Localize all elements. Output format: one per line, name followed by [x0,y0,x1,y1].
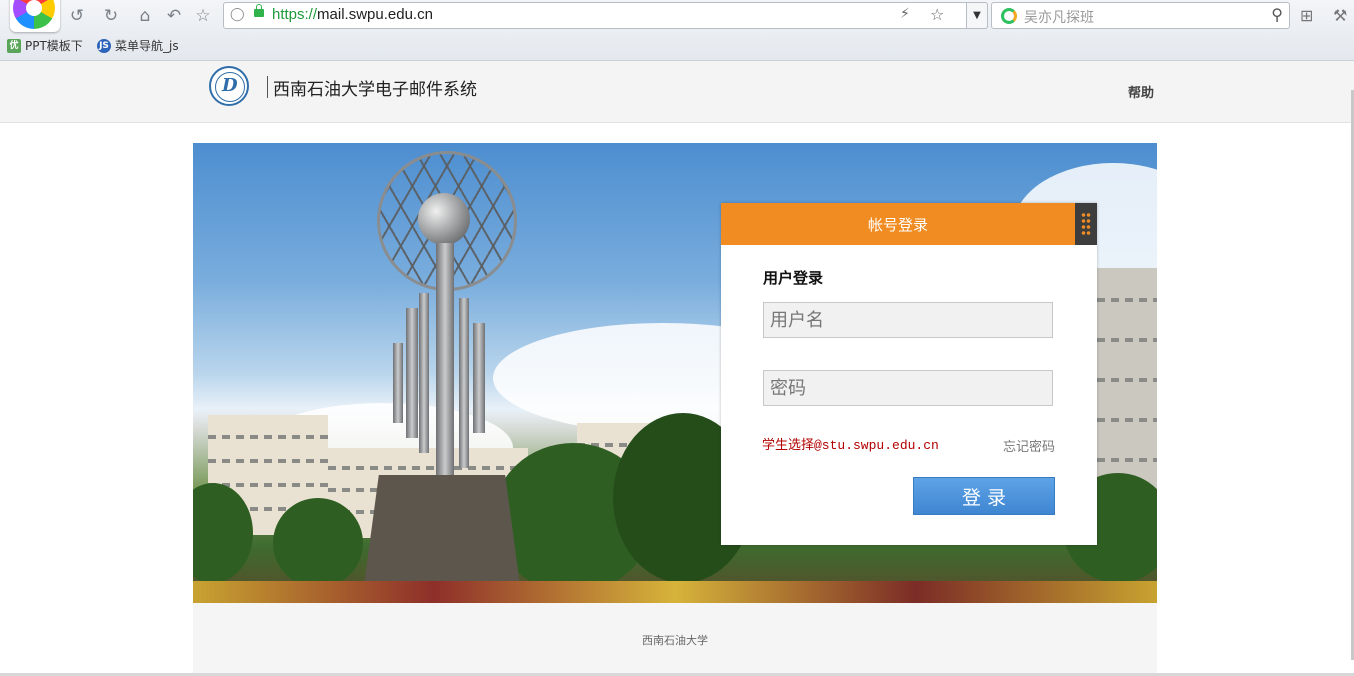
login-heading: 用户登录 [763,269,824,287]
lightning-icon[interactable]: ⚡ [900,6,910,22]
favorite-star-icon[interactable]: ☆ [192,5,214,27]
undo-icon[interactable]: ↶ [163,5,185,27]
login-panel-title: 帐号登录 [867,216,928,234]
lock-icon [254,4,264,17]
help-link[interactable]: 帮助 [1128,82,1154,101]
logo-divider [267,76,268,98]
bookmark-item[interactable]: JS 菜单导航_js [97,37,179,54]
address-bar[interactable]: ◯ https://mail.swpu.edu.cn ⚡ ☆ ▼ [223,2,988,29]
flower-bed [193,581,1157,603]
search-input[interactable]: 吴亦凡探班 [1024,7,1094,27]
page-footer: 西南石油大学 [193,603,1157,673]
footer-text: 西南石油大学 [642,634,708,647]
refresh-icon[interactable]: ↻ [100,5,122,27]
browser-logo-icon[interactable] [10,0,60,32]
search-engine-icon[interactable] [1001,8,1017,24]
grip-dots-icon [1081,212,1091,236]
shield-icon: ◯ [230,7,245,22]
bookmark-label: PPT模板下 [25,39,83,53]
back-arrow-icon[interactable]: ↺ [66,5,88,27]
login-panel-header: 帐号登录 [721,203,1097,245]
browser-toolbar: ↺ ↻ ⌂ ↶ ☆ ◯ https://mail.swpu.edu.cn ⚡ ☆… [0,0,1354,61]
site-title: 西南石油大学电子邮件系统 [273,80,477,100]
bookmark-item[interactable]: 优 PPT模板下 [7,37,83,54]
login-panel: 帐号登录 用户登录 学生选择@stu.swpu.edu.cn 忘记密码 登录 [721,203,1097,545]
search-icon[interactable]: ⚲ [1271,5,1283,24]
bookmark-favicon-icon: JS [97,38,111,53]
wrench-icon[interactable]: ⚒ [1333,6,1347,25]
bookmark-favicon-icon: 优 [7,38,21,53]
login-button[interactable]: 登录 [913,477,1055,515]
chevron-down-icon[interactable]: ▼ [966,2,988,29]
sculpture-base [363,475,521,593]
bookmark-star-icon[interactable]: ☆ [930,5,944,24]
username-input[interactable] [763,302,1053,338]
password-input[interactable] [763,370,1053,406]
home-icon[interactable]: ⌂ [134,5,156,27]
bookmarks-bar: 优 PPT模板下 JS 菜单导航_js [0,34,1354,56]
student-domain-hint: 学生选择@stu.swpu.edu.cn [762,438,939,453]
sculpture-ball [418,193,470,245]
search-box[interactable]: 吴亦凡探班 ⚲ [991,2,1290,29]
university-logo [209,66,249,106]
apps-grid-icon[interactable]: ⊞ [1300,6,1313,25]
forgot-password-link[interactable]: 忘记密码 [1003,436,1055,455]
url-text[interactable]: https://mail.swpu.edu.cn [272,6,433,23]
qr-toggle-button[interactable] [1075,203,1097,245]
bookmark-label: 菜单导航_js [115,39,179,53]
